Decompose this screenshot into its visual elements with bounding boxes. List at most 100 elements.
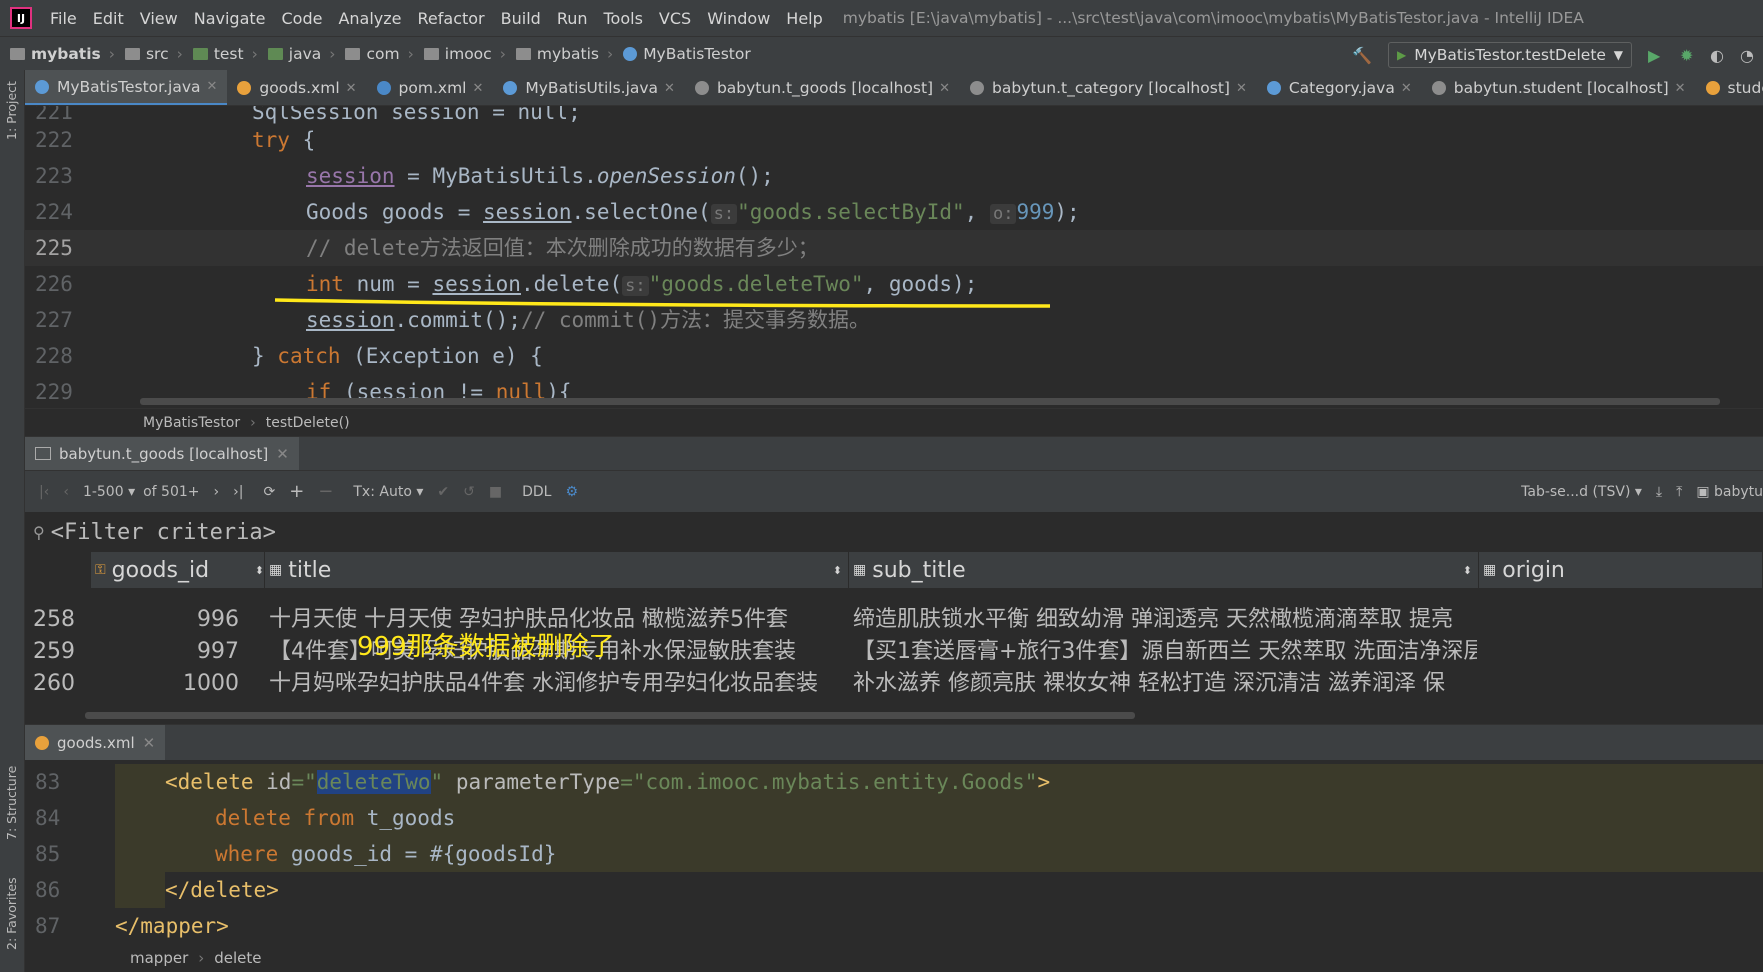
close-icon[interactable]: ✕ (939, 81, 950, 96)
close-icon[interactable]: ✕ (143, 734, 156, 752)
breadcrumb-mapper[interactable]: mapper (130, 949, 188, 967)
commit-icon[interactable]: ✔ (437, 484, 449, 500)
result-grid[interactable]: ⚿ goods_id ⬍ ▦ title ⬍ ▦ sub_title ⬍ ▦ origin 2… (25, 552, 1763, 724)
profile-icon[interactable]: ◔ (1740, 46, 1754, 65)
table-row[interactable]: 258 996 十月天使 十月天使 孕妇护肤品化妆品 橄榄滋养5件套 缔造肌肤锁水平衡… (25, 602, 1763, 638)
previous-page-icon[interactable]: ‹ (63, 484, 69, 500)
close-icon[interactable]: ✕ (276, 445, 289, 463)
close-icon[interactable]: ✕ (664, 81, 675, 96)
tab-goods-xml[interactable]: goods.xml ✕ (25, 724, 166, 761)
crumb-project[interactable]: mybatis › (0, 45, 115, 63)
table-cell[interactable]: 【买1套送唇膏+旅行3件套】源自新西兰 天然萃取 洗面洁净深层 (853, 634, 1477, 670)
refresh-icon[interactable]: ⟳ (263, 484, 275, 500)
menu-edit[interactable]: Edit (85, 9, 132, 28)
menu-build[interactable]: Build (493, 9, 549, 28)
table-cell[interactable]: 1000 (91, 666, 239, 702)
crumb-class[interactable]: MyBatisTestor (613, 45, 751, 63)
table-cell[interactable]: 997 (91, 634, 239, 670)
editor-tab[interactable]: MyBatisUtils.java ✕ (493, 70, 685, 105)
table-cell[interactable]: 补水滋养 修颜亮肤 裸妆女神 轻松打造 深沉清洁 滋养润泽 保 (853, 666, 1477, 702)
crumb-mybatis[interactable]: mybatis › (506, 45, 613, 63)
column-header-goods-id[interactable]: ⚿ goods_id ⬍ (91, 552, 265, 588)
crumb-src[interactable]: src › (115, 45, 183, 63)
hammer-build-icon[interactable]: 🔨 (1352, 46, 1372, 65)
editor-tab[interactable]: MyBatisTestor.java ✕ (25, 70, 228, 105)
table-cell[interactable]: 十月妈咪孕妇护肤品4件套 水润修护专用孕妇化妆品套装 (269, 666, 847, 702)
table-cell[interactable]: 缔造肌肤锁水平衡 细致幼滑 弹润透亮 天然橄榄滴滴萃取 提亮 (853, 602, 1477, 638)
crumb-test[interactable]: test › (183, 45, 258, 63)
close-icon[interactable]: ✕ (472, 81, 483, 96)
favorites-tool-button[interactable]: 2: Favorites (4, 877, 19, 950)
add-row-icon[interactable]: + (289, 481, 304, 502)
close-icon[interactable]: ✕ (346, 81, 357, 96)
coverage-icon[interactable]: ◐ (1710, 46, 1724, 65)
upload-icon[interactable]: ⤒ (1676, 484, 1682, 500)
table-cell[interactable]: 【4件套】呵美 孕妇护肤品孕期专用补水保湿敏肤套装 (269, 634, 847, 670)
project-tool-button[interactable]: 1: Project (4, 81, 19, 140)
close-icon[interactable]: ✕ (1401, 81, 1412, 96)
editor-tab[interactable]: Category.java ✕ (1257, 70, 1422, 105)
sql-text: t_goods (354, 806, 456, 830)
crumb-imooc[interactable]: imooc › (414, 45, 506, 63)
crumb-java[interactable]: java › (258, 45, 335, 63)
menu-analyze[interactable]: Analyze (330, 9, 409, 28)
menu-view[interactable]: View (132, 9, 186, 28)
close-icon[interactable]: ✕ (1236, 81, 1247, 96)
menu-run[interactable]: Run (549, 9, 596, 28)
close-icon[interactable]: ✕ (207, 79, 218, 94)
export-format-select[interactable]: Tab-se...d (TSV) ▾ (1521, 484, 1642, 500)
editor-tab[interactable]: student.xml✕ (1696, 70, 1763, 105)
table-row[interactable]: 259 997 【4件套】呵美 孕妇护肤品孕期专用补水保湿敏肤套装 【买1套送唇膏+旅… (25, 634, 1763, 670)
xml-tab-header: goods.xml ✕ (25, 724, 1763, 761)
run-config-icon: ▶ (1397, 48, 1407, 62)
close-icon[interactable]: ✕ (1675, 81, 1686, 96)
view-query-icon[interactable]: ⚙ (565, 484, 578, 500)
datasource-select[interactable]: ▣ babytu (1696, 484, 1763, 500)
menu-vcs[interactable]: VCS (651, 9, 699, 28)
editor-tab[interactable]: pom.xml ✕ (367, 70, 494, 105)
table-row[interactable]: 260 1000 十月妈咪孕妇护肤品4件套 水润修护专用孕妇化妆品套装 补水滋养 修颜… (25, 666, 1763, 702)
menu-navigate[interactable]: Navigate (186, 9, 274, 28)
breadcrumb-method[interactable]: testDelete() (266, 415, 350, 431)
structure-tool-button[interactable]: 7: Structure (4, 766, 19, 840)
stop-icon[interactable]: ■ (489, 484, 502, 500)
crumb-com[interactable]: com › (335, 45, 414, 63)
remove-row-icon[interactable]: − (318, 481, 333, 502)
last-page-icon[interactable]: ›| (233, 484, 243, 500)
code-line: 223 session = MyBatisUtils.openSession(); (25, 158, 1763, 194)
tab-t-goods[interactable]: babytun.t_goods [localhost] ✕ (25, 436, 299, 471)
breadcrumb-delete[interactable]: delete (214, 949, 261, 967)
menu-file[interactable]: File (42, 9, 85, 28)
menu-window[interactable]: Window (699, 9, 778, 28)
menu-help[interactable]: Help (778, 9, 830, 28)
column-header-sub-title[interactable]: ▦ sub_title ⬍ (849, 552, 1479, 588)
menu-refactor[interactable]: Refactor (410, 9, 493, 28)
tx-mode-select[interactable]: Tx: Auto ▾ (353, 484, 423, 500)
download-icon[interactable]: ⤓ (1656, 484, 1662, 500)
column-header-origin[interactable]: ▦ origin (1479, 552, 1763, 588)
menu-tools[interactable]: Tools (596, 9, 651, 28)
editor-tab[interactable]: goods.xml ✕ (227, 70, 366, 105)
editor-tab[interactable]: babytun.student [localhost] ✕ (1422, 70, 1696, 105)
run-configuration-select[interactable]: ▶ MyBatisTestor.testDelete ▼ (1388, 42, 1632, 68)
editor-tab[interactable]: babytun.t_goods [localhost] ✕ (685, 70, 960, 105)
first-page-icon[interactable]: |‹ (39, 484, 49, 500)
editor-tab[interactable]: babytun.t_category [localhost] ✕ (960, 70, 1257, 105)
debug-icon[interactable]: ✹ (1680, 46, 1693, 65)
column-header-title[interactable]: ▦ title ⬍ (265, 552, 849, 588)
filter-criteria-field[interactable]: ⚲ <Filter criteria> (25, 512, 1763, 552)
run-icon[interactable]: ▶ (1648, 46, 1660, 65)
java-editor[interactable]: 221 SqlSession session = null; 222 try { 2… (25, 106, 1763, 408)
table-cell[interactable]: 996 (91, 602, 239, 638)
breadcrumb-class[interactable]: MyBatisTestor (143, 415, 240, 431)
page-range-select[interactable]: 1-500 ▾ (83, 484, 135, 500)
folder-icon (10, 47, 25, 60)
table-cell[interactable]: 十月天使 十月天使 孕妇护肤品化妆品 橄榄滋养5件套 (269, 602, 847, 638)
ddl-button[interactable]: DDL (522, 484, 551, 500)
xml-editor[interactable]: 83 <delete id="deleteTwo" parameterType="… (25, 760, 1763, 944)
horizontal-scrollbar[interactable] (140, 398, 1720, 405)
rollback-icon[interactable]: ↺ (463, 484, 475, 500)
menu-code[interactable]: Code (274, 9, 331, 28)
horizontal-scrollbar[interactable] (85, 712, 1135, 719)
next-page-icon[interactable]: › (214, 484, 220, 500)
